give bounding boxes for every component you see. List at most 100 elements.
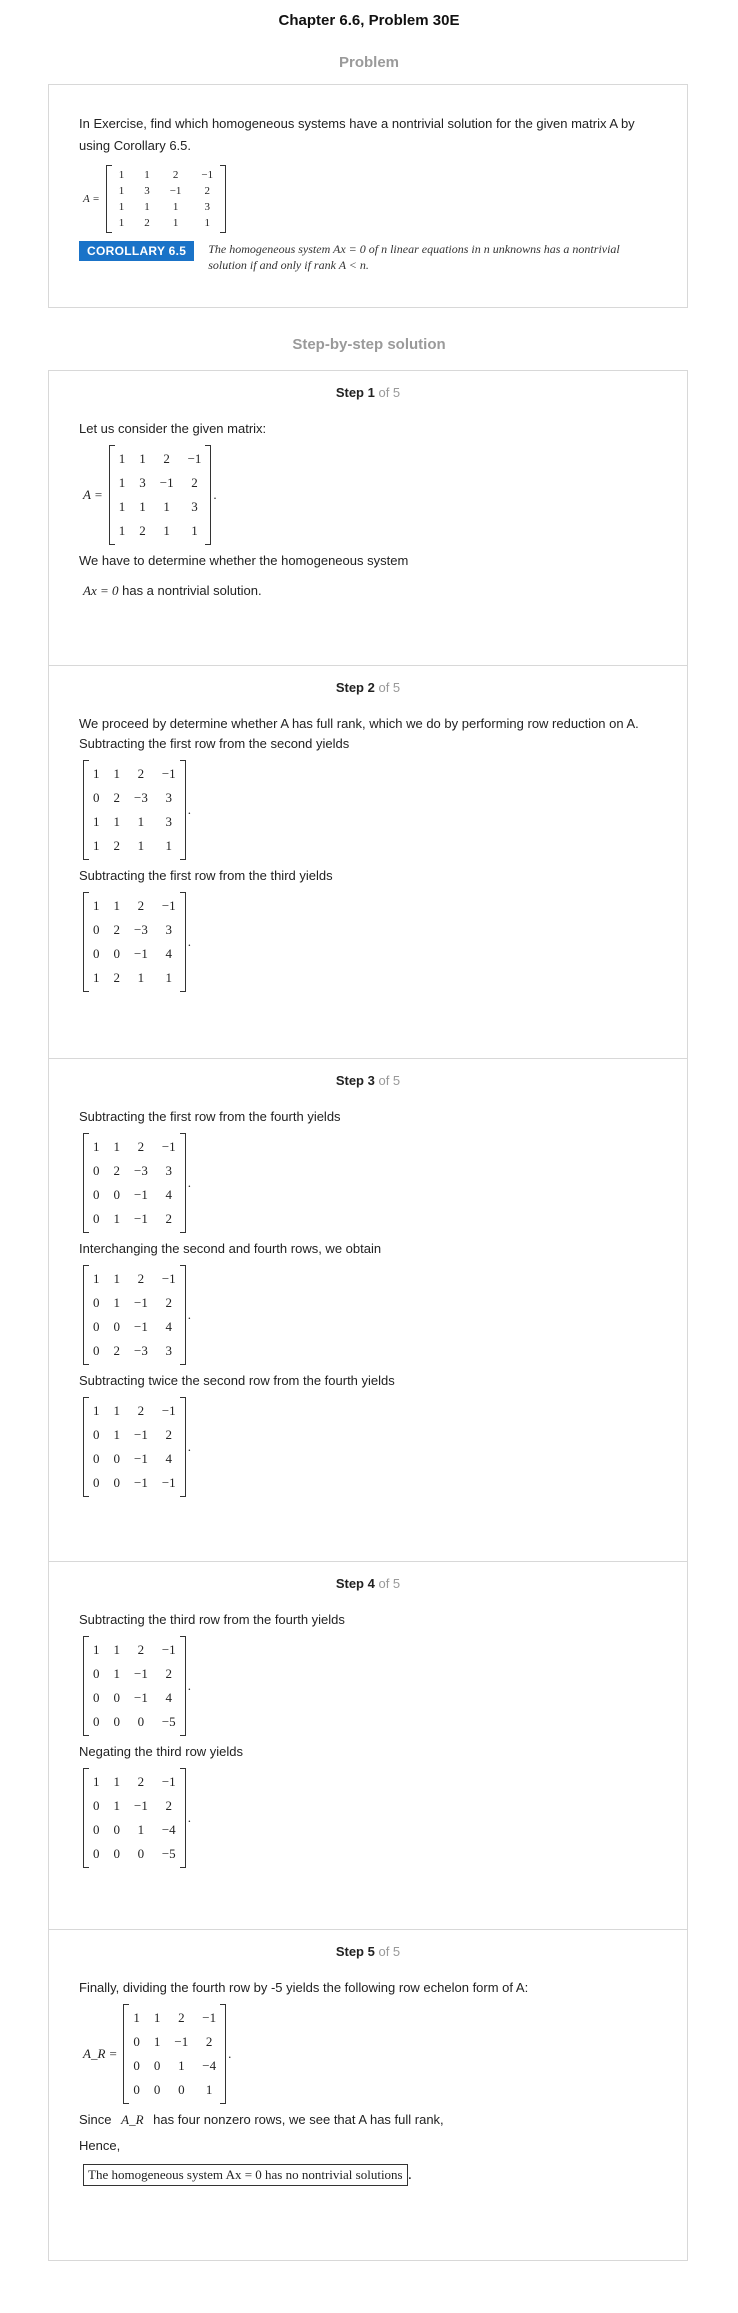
matrix-row: 0 0 0 −5 bbox=[86, 1710, 183, 1734]
matrix-cell: 0 bbox=[153, 2082, 161, 2097]
step-1: Step 1 of 5 Let us consider the given ma… bbox=[49, 371, 687, 666]
matrix-cell: −1 bbox=[201, 169, 214, 181]
matrix-cell: −5 bbox=[161, 1846, 176, 1861]
matrix-cell: 3 bbox=[165, 790, 173, 805]
matrix-cell: 1 bbox=[93, 814, 100, 829]
step-5-header: Step 5 of 5 bbox=[79, 1930, 657, 1978]
matrix-cell: 0 bbox=[93, 1451, 100, 1466]
matrix-cell: 3 bbox=[204, 201, 211, 213]
step-1-label: Step 1 bbox=[335, 385, 375, 400]
step-3-matrix1-block: 1 1 2 −1 0 2 −3 3 0 0 −1 4 0 1 −1 2 . bbox=[83, 1133, 657, 1233]
matrix-cell: −1 bbox=[161, 1403, 176, 1418]
matrix-cell: 1 bbox=[118, 169, 125, 181]
corollary-text: The homogeneous system Ax = 0 of n linea… bbox=[208, 242, 620, 272]
matrix-cell: 1 bbox=[191, 523, 198, 538]
step-3-header: Step 3 of 5 bbox=[79, 1059, 657, 1107]
step-4-header: Step 4 of 5 bbox=[79, 1562, 657, 1610]
matrix-cell: 0 bbox=[93, 1846, 100, 1861]
step-3-text3: Subtracting twice the second row from th… bbox=[79, 1373, 395, 1388]
matrix-cell: 0 bbox=[93, 1319, 100, 1334]
matrix-cell: −1 bbox=[134, 1319, 148, 1334]
step-1-matrix: 1 1 2 −1 1 3 −1 2 1 1 1 3 1 2 1 1 bbox=[108, 445, 212, 545]
matrix-table: 1 1 2 −1 0 2 −3 3 0 0 −1 4 0 1 −1 2 bbox=[86, 1135, 183, 1231]
matrix-row: 0 1 −1 2 bbox=[126, 2030, 223, 2054]
matrix-cell: 1 bbox=[139, 499, 146, 514]
period: . bbox=[213, 487, 217, 502]
matrix-cell: −1 bbox=[174, 2034, 189, 2049]
matrix-cell: 0 bbox=[153, 2058, 161, 2073]
matrix-cell: 0 bbox=[93, 1295, 100, 1310]
step-5-matrix-label: A_R = bbox=[83, 2046, 118, 2061]
matrix-cell: 1 bbox=[113, 1798, 121, 1813]
matrix-cell: −1 bbox=[134, 1427, 148, 1442]
matrix-cell: 0 bbox=[113, 1319, 121, 1334]
matrix-cell: 4 bbox=[165, 1690, 173, 1705]
step-2-label: Step 2 bbox=[335, 680, 375, 695]
matrix-cell: −1 bbox=[202, 2010, 217, 2025]
period: . bbox=[187, 1810, 191, 1825]
step-2-matrix1-block: 1 1 2 −1 0 2 −3 3 1 1 1 3 1 2 1 1 . bbox=[83, 760, 657, 860]
matrix-cell: 1 bbox=[93, 898, 100, 913]
matrix-cell: 0 bbox=[93, 1822, 100, 1837]
matrix-table: 1 1 2 −1 0 1 −1 2 0 0 −1 4 0 0 −1 −1 bbox=[86, 1399, 183, 1495]
matrix-cell: 1 bbox=[178, 2058, 185, 2073]
matrix-cell: 1 bbox=[118, 451, 126, 466]
matrix-cell: 0 bbox=[93, 1798, 100, 1813]
step-3-of-total: of 5 bbox=[378, 1073, 401, 1088]
step-1-text2: We have to determine whether the homogen… bbox=[79, 553, 409, 568]
step-2-matrix1: 1 1 2 −1 0 2 −3 3 1 1 1 3 1 2 1 1 bbox=[83, 760, 186, 860]
problem-section-title: Problem bbox=[338, 54, 399, 71]
matrix-cell: −3 bbox=[134, 922, 148, 937]
step-5: Step 5 of 5 Finally, dividing the fourth… bbox=[49, 1930, 687, 2260]
matrix-row: 0 0 0 −5 bbox=[86, 1842, 183, 1866]
matrix-cell: 1 bbox=[137, 814, 145, 829]
matrix-cell: 1 bbox=[137, 970, 145, 985]
matrix-row: 1 1 2 −1 bbox=[86, 762, 183, 786]
problem-card: In Exercise, find which homogeneous syst… bbox=[48, 84, 688, 308]
matrix-cell: −1 bbox=[134, 1798, 148, 1813]
matrix-cell: 1 bbox=[144, 169, 150, 181]
problem-matrix: 1 1 2 −1 1 3 −1 2 1 1 1 3 1 2 1 1 bbox=[105, 165, 227, 233]
matrix-row: 1 1 2 −1 bbox=[86, 1638, 183, 1662]
matrix-cell: 1 bbox=[165, 838, 173, 853]
step-3-matrix1: 1 1 2 −1 0 2 −3 3 0 0 −1 4 0 1 −1 2 bbox=[83, 1133, 186, 1233]
step-3-text1: Subtracting the first row from the fourt… bbox=[79, 1109, 341, 1124]
matrix-cell: 2 bbox=[163, 451, 170, 466]
step-2-text2: Subtracting the first row from the third… bbox=[79, 868, 333, 883]
matrix-cell: 1 bbox=[139, 451, 146, 466]
matrix-cell: 4 bbox=[165, 946, 173, 961]
matrix-row: 0 2 −3 3 bbox=[86, 1339, 183, 1363]
matrix-cell: 3 bbox=[191, 499, 198, 514]
matrix-cell: −5 bbox=[161, 1714, 176, 1729]
matrix-row: 0 0 −1 4 bbox=[86, 942, 183, 966]
matrix-cell: 3 bbox=[165, 1163, 173, 1178]
matrix-cell: 3 bbox=[139, 475, 146, 490]
matrix-row: 1113 bbox=[112, 495, 209, 519]
matrix-cell: −1 bbox=[169, 185, 182, 197]
matrix-cell: 2 bbox=[137, 1642, 145, 1657]
step-5-ar-symbol: A_R bbox=[121, 2112, 144, 2127]
matrix-cell: −4 bbox=[161, 1822, 176, 1837]
step-1-line3: Ax = 0 has a nontrivial solution. bbox=[79, 581, 657, 601]
matrix-row: 0 0 −1 −1 bbox=[86, 1471, 183, 1495]
matrix-row: 0 0 −1 4 bbox=[86, 1183, 183, 1207]
matrix-table: 1 1 2 −1 0 2 −3 3 0 0 −1 4 1 2 1 1 bbox=[86, 894, 183, 990]
matrix-cell: 1 bbox=[163, 523, 170, 538]
matrix-row: 1 1 2 −1 bbox=[86, 1267, 183, 1291]
matrix-row: 0 0 1 −4 bbox=[126, 2054, 223, 2078]
matrix-cell: 1 bbox=[93, 1271, 100, 1286]
matrix-row: 1 3 −1 2 bbox=[112, 471, 209, 495]
matrix-cell: 1 bbox=[118, 201, 125, 213]
step-4-label: Step 4 bbox=[335, 1576, 375, 1591]
matrix-row: 0 0 −1 4 bbox=[86, 1686, 183, 1710]
matrix-cell: 0 bbox=[133, 2034, 140, 2049]
matrix-cell: 0 bbox=[93, 790, 100, 805]
step-4-matrix2: 1 1 2 −1 0 1 −1 2 0 0 1 −4 0 0 0 −5 bbox=[83, 1768, 186, 1868]
matrix-row: 1 1 2 −1 bbox=[126, 2006, 223, 2030]
step-3-matrix2: 1 1 2 −1 0 1 −1 2 0 0 −1 4 0 2 −3 3 bbox=[83, 1265, 186, 1365]
matrix-table: 1 1 2 −1 1 3 −1 2 1 1 1 3 1 2 1 1 bbox=[109, 167, 223, 231]
matrix-cell: 0 bbox=[133, 2082, 140, 2097]
step-1-equation: Ax = 0 bbox=[83, 583, 119, 598]
matrix-cell: 3 bbox=[144, 185, 150, 197]
matrix-cell: 2 bbox=[113, 838, 121, 853]
